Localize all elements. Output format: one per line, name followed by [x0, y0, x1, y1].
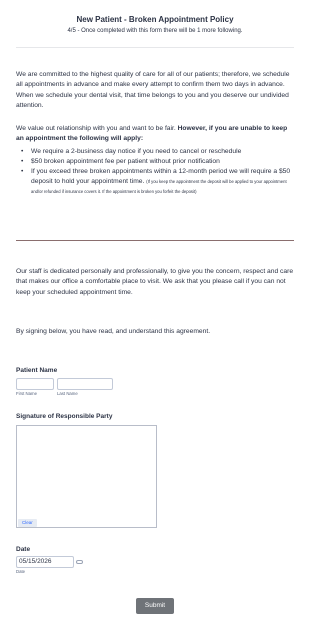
date-input[interactable]: 05/15/2026 — [16, 556, 74, 568]
list-item: If you exceed three broken appointments … — [16, 167, 296, 197]
staff-paragraph: Our staff is dedicated personally and pr… — [16, 268, 294, 296]
intro-paragraph: We are committed to the highest quality … — [16, 71, 290, 110]
form-header: New Patient - Broken Appointment Policy … — [0, 14, 310, 36]
first-name-sublabel: First Name — [16, 391, 38, 396]
page-subtitle: 4/5 - Once completed with this form ther… — [67, 28, 243, 34]
clear-signature-button[interactable]: Clear — [18, 519, 37, 527]
last-name-input[interactable] — [57, 378, 113, 390]
form-page: New Patient - Broken Appointment Policy … — [0, 0, 310, 631]
agreement-paragraph: By signing below, you have read, and und… — [16, 328, 211, 335]
last-name-sublabel: Last Name — [57, 391, 78, 396]
first-name-input[interactable] — [16, 378, 54, 390]
date-label: Date — [16, 546, 31, 553]
list-item: $50 broken appointment fee per patient w… — [16, 157, 296, 167]
policy-bullet-list: We require a 2-business day notice if yo… — [16, 147, 296, 197]
calendar-icon[interactable] — [76, 560, 83, 564]
header-divider — [16, 47, 294, 48]
list-item: We require a 2-business day notice if yo… — [16, 147, 296, 157]
signature-pad[interactable] — [16, 425, 157, 528]
date-sublabel: Date — [16, 569, 26, 574]
patient-name-label: Patient Name — [16, 367, 58, 374]
signature-label: Signature of Responsible Party — [16, 413, 113, 420]
relationship-paragraph: We value out relationship with you and w… — [16, 124, 296, 145]
section-divider — [16, 240, 294, 241]
page-title: New Patient - Broken Appointment Policy — [76, 15, 234, 24]
submit-button[interactable]: Submit — [136, 598, 174, 614]
relationship-lead-text: We value out relationship with you and w… — [16, 125, 178, 132]
